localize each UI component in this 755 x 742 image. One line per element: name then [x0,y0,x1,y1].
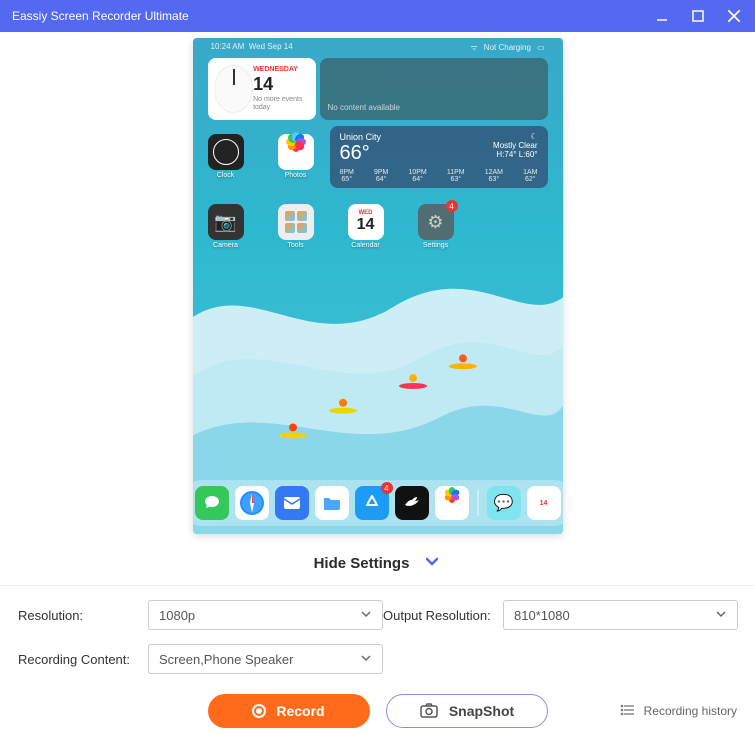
settings-toggle-label: Hide Settings [314,555,410,572]
dock-photos-icon[interactable] [435,486,469,520]
recording-content-value: Screen,Phone Speaker [159,652,293,667]
tools-folder[interactable]: Tools [278,204,314,249]
maximize-button[interactable] [689,7,707,25]
history-label: Recording history [644,704,737,718]
chevron-down-icon [360,652,372,667]
app-label: Photos [285,172,307,179]
recent-app-2-icon[interactable]: 14 [527,486,561,520]
app-row-2: 📷 Camera Tools WED 14 Calendar ⚙ 4 [208,204,454,249]
photos-icon [278,134,314,170]
camera-icon: 📷 [208,204,244,240]
folder-icon [278,204,314,240]
messages-icon[interactable] [195,486,229,520]
calendar-icon: WED 14 [348,204,384,240]
dock: 4 💬 14 [193,480,563,526]
app-label: Tools [287,242,303,249]
resolution-label: Resolution: [18,608,148,623]
device-preview-area: 10:24 AM Wed Sep 14 ᯤ Not Charging ▭ [0,32,755,534]
minimize-button[interactable] [653,7,671,25]
bottom-bar: Record SnapShot Recording history [0,682,755,742]
chevron-down-icon [715,608,727,623]
mail-icon[interactable] [275,486,309,520]
app-row-1: Clock Photos [208,134,314,179]
clock-app[interactable]: Clock [208,134,244,179]
device-status-bar: 10:24 AM Wed Sep 14 ᯤ Not Charging ▭ [193,42,563,53]
camera-icon [419,700,439,723]
weather-location: Union City [340,132,382,142]
chevron-down-icon [423,552,441,575]
status-right: ᯤ Not Charging ▭ [470,42,544,53]
app-icon-bird[interactable] [395,486,429,520]
app-label: Clock [217,172,235,179]
recent-app-1-icon[interactable]: 💬 [487,486,521,520]
resolution-value: 1080p [159,608,195,623]
list-icon [620,702,636,721]
snapshot-label: SnapShot [449,703,514,719]
recording-content-select[interactable]: Screen,Phone Speaker [148,644,383,674]
settings-app[interactable]: ⚙ 4 Settings [418,204,454,249]
status-time: 10:24 AM Wed Sep 14 [211,42,293,53]
ipad-screen-preview[interactable]: 10:24 AM Wed Sep 14 ᯤ Not Charging ▭ [193,38,563,534]
calendar-events: No more events today [253,96,309,113]
clock-icon [208,134,244,170]
appstore-badge: 4 [381,482,393,494]
safari-icon[interactable] [235,486,269,520]
recording-content-label: Recording Content: [18,652,148,667]
weather-hourly: 8PM65° 9PM64° 10PM64° 11PM63° 12AM63° 1A… [340,169,538,183]
dock-separator [477,490,479,516]
chevron-down-icon [360,608,372,623]
record-label: Record [276,703,324,719]
app-label: Settings [423,242,448,249]
output-resolution-label: Output Resolution: [383,608,503,623]
wifi-icon: ᯤ [470,42,477,53]
moon-icon: ☾ [493,132,537,141]
resolution-select[interactable]: 1080p [148,600,383,630]
record-dot-icon [252,704,266,718]
photos-app[interactable]: Photos [278,134,314,179]
calendar-mini: WEDNESDAY 14 No more events today [253,66,309,113]
weather-condition: ☾ Mostly Clear H:74° L:60° [493,132,537,165]
close-button[interactable] [725,7,743,25]
weather-temp: 66° [340,142,382,165]
analog-clock [214,65,254,113]
clock-calendar-widget[interactable]: WEDNESDAY 14 No more events today [208,58,316,120]
calendar-daynum: 14 [253,74,309,96]
charge-status: Not Charging [484,43,531,52]
title-bar: Eassiy Screen Recorder Ultimate [0,0,755,32]
empty-widget-text: No content available [328,103,401,112]
calendar-dow: WEDNESDAY [253,66,309,74]
calendar-app[interactable]: WED 14 Calendar [348,204,384,249]
appstore-icon[interactable]: 4 [355,486,389,520]
record-button[interactable]: Record [208,694,370,728]
empty-widget[interactable]: No content available [320,58,548,120]
recording-history-link[interactable]: Recording history [620,702,737,721]
files-icon[interactable] [315,486,349,520]
settings-badge: 4 [446,200,458,212]
output-resolution-value: 810*1080 [514,608,570,623]
settings-toggle[interactable]: Hide Settings [0,534,755,585]
camera-app[interactable]: 📷 Camera [208,204,244,249]
window-controls [653,7,743,25]
gear-icon: ⚙ 4 [418,204,454,240]
battery-icon: ▭ [537,43,545,52]
widget-row: WEDNESDAY 14 No more events today No con… [208,58,548,120]
snapshot-button[interactable]: SnapShot [386,694,548,728]
weather-widget[interactable]: Union City 66° ☾ Mostly Clear H:74° L:60… [330,126,548,188]
settings-panel: Resolution: 1080p Output Resolution: 810… [0,585,755,682]
app-label: Camera [213,242,238,249]
output-resolution-select[interactable]: 810*1080 [503,600,738,630]
window-title: Eassiy Screen Recorder Ultimate [12,9,653,23]
app-label: Calendar [351,242,379,249]
